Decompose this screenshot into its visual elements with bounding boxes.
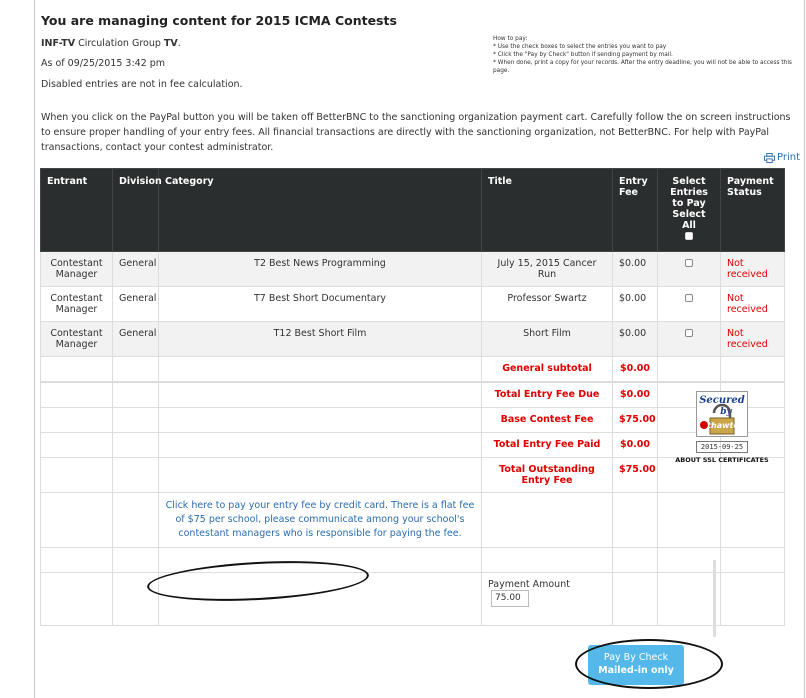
ssl-seal[interactable]: Secured by thawte 2015-09-25 ABOUT SSL C… (672, 391, 772, 464)
col-category: Category (158, 168, 482, 252)
disabled-note: Disabled entries are not in fee calculat… (41, 79, 243, 90)
select-all-label: Select All (672, 209, 706, 231)
howto-line: * Use the check boxes to select the entr… (493, 44, 667, 50)
table-header: Entrant Division Category Title Entry Fe… (40, 168, 785, 252)
howto-line: * When done, print a copy for your recor… (493, 60, 792, 74)
total-value: $75.00 (612, 407, 658, 433)
how-to-pay: How to pay: * Use the check boxes to sel… (493, 35, 798, 75)
payment-amount-cell: Payment Amount75.00 (481, 572, 613, 626)
fee-cell: $0.00 (612, 251, 658, 287)
howto-line: How to pay: (493, 36, 528, 42)
howto-line: * Click the "Pay by Check" button if sen… (493, 52, 673, 58)
thawte-seal-icon: Secured by thawte (696, 391, 748, 437)
about-ssl-link[interactable]: ABOUT SSL CERTIFICATES (672, 456, 772, 464)
payment-amount-label: Payment Amount (488, 579, 570, 590)
title-cell: July 15, 2015 Cancer Run (481, 251, 613, 287)
org-name: INF-TV (41, 38, 76, 49)
annotation-circle (575, 639, 723, 689)
printer-icon (764, 152, 775, 163)
total-label: Base Contest Fee (481, 407, 613, 433)
ssl-row (712, 559, 806, 637)
status-cell: Not received (720, 321, 785, 357)
organization-line: INF-TV Circulation Group TV. (41, 38, 181, 49)
print-label: Print (776, 152, 800, 163)
print-link[interactable]: Print (764, 152, 800, 163)
title-cell: Short Film (481, 321, 613, 357)
table-row: Contestant Manager General T2 Best News … (40, 251, 785, 287)
table-row: Contestant Manager General T12 Best Shor… (40, 321, 785, 357)
select-header-label: Select Entries to Pay (670, 176, 708, 209)
total-value: $0.00 (612, 382, 658, 408)
select-cell (657, 321, 721, 357)
seal-date: 2015-09-25 (696, 441, 748, 453)
category-cell: T7 Best Short Documentary (158, 286, 482, 322)
division-cell: General (112, 251, 159, 287)
select-cell (657, 286, 721, 322)
total-label: Total Entry Fee Due (481, 382, 613, 408)
category-cell: T12 Best Short Film (158, 321, 482, 357)
title-cell: Professor Swartz (481, 286, 613, 322)
total-label: Total Entry Fee Paid (481, 432, 613, 458)
entry-checkbox[interactable] (685, 294, 693, 302)
subtotal-label: General subtotal (481, 356, 613, 382)
seal-brand: thawte (707, 421, 739, 430)
entrant-cell: Contestant Manager (40, 251, 113, 287)
pay-by-card-link[interactable]: Click here to pay your entry fee by cred… (158, 492, 482, 548)
col-title: Title (481, 168, 613, 252)
category-cell: T2 Best News Programming (158, 251, 482, 287)
select-cell (657, 251, 721, 287)
col-select: Select Entries to Pay Select All (657, 168, 721, 252)
org-mid: Circulation Group (75, 38, 164, 49)
total-label: Total Outstanding Entry Fee (481, 457, 613, 493)
entrant-cell: Contestant Manager (40, 321, 113, 357)
payment-amount-input[interactable]: 75.00 (491, 590, 529, 607)
division-cell: General (112, 286, 159, 322)
status-cell: Not received (720, 251, 785, 287)
org-tail: TV (163, 38, 178, 49)
status-cell: Not received (720, 286, 785, 322)
table-row: Contestant Manager General T7 Best Short… (40, 286, 785, 322)
as-of-date: As of 09/25/2015 3:42 pm (41, 58, 166, 69)
col-division: Division (112, 168, 162, 252)
entry-checkbox[interactable] (685, 259, 693, 267)
select-all-checkbox[interactable] (685, 232, 693, 240)
total-value: $0.00 (612, 432, 658, 458)
entry-checkbox[interactable] (685, 329, 693, 337)
entrant-cell: Contestant Manager (40, 286, 113, 322)
org-end: . (177, 38, 181, 49)
fee-cell: $0.00 (612, 321, 658, 357)
col-fee: Entry Fee (612, 168, 658, 252)
subtotal-value: $0.00 (612, 356, 658, 382)
subtotal-row: General subtotal $0.00 (40, 356, 785, 382)
paypal-row: Click here to pay your entry fee by cred… (40, 492, 785, 548)
division-cell: General (112, 321, 159, 357)
total-value: $75.00 (612, 457, 658, 493)
col-entrant: Entrant (40, 168, 113, 252)
col-status: Payment Status (720, 168, 785, 252)
page-title: You are managing content for 2015 ICMA C… (41, 13, 397, 28)
fee-cell: $0.00 (612, 286, 658, 322)
spacer-row (40, 547, 785, 573)
paypal-notice: When you click on the PayPal button you … (41, 112, 791, 153)
